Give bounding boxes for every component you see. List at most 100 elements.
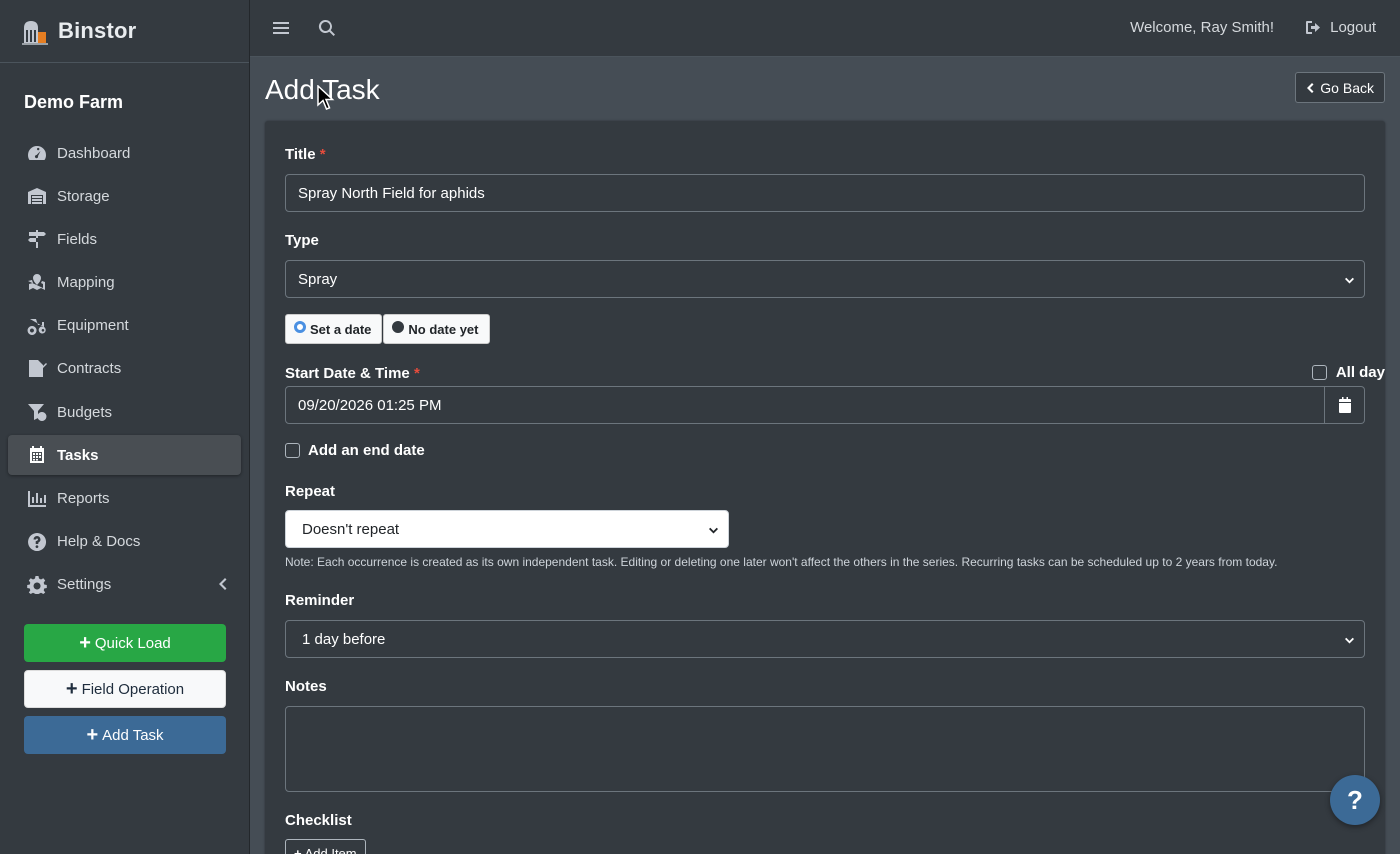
type-select-value: Spray [298, 270, 338, 288]
search-icon[interactable] [317, 18, 337, 38]
chart-bar-icon [26, 489, 48, 509]
map-marker-icon [26, 273, 48, 293]
silo-logo-icon [20, 16, 50, 46]
help-fab-button[interactable]: ? [1330, 775, 1380, 825]
start-date-group: 09/20/2026 01:25 PM [285, 386, 1365, 424]
sidebar-item-label: Help & Docs [57, 533, 141, 551]
sidebar-item-storage[interactable]: Storage [8, 176, 241, 216]
sidebar-item-settings[interactable]: Settings [8, 565, 241, 605]
sidebar-item-label: Equipment [57, 317, 129, 335]
set-a-date-radio[interactable]: Set a date [285, 314, 383, 344]
sidebar: Binstor Demo Farm Dashboard Storage Fiel… [0, 0, 250, 854]
gear-icon [26, 575, 48, 595]
repeat-label: Repeat [285, 483, 336, 500]
sidebar-item-contracts[interactable]: Contracts [8, 349, 241, 389]
hamburger-menu-icon[interactable] [271, 18, 291, 38]
sidebar-item-label: Settings [57, 576, 112, 594]
top-navbar: Welcome, Ray Smith! Logout [250, 0, 1400, 57]
no-date-yet-radio[interactable]: No date yet [383, 314, 490, 344]
field-operation-label: Field Operation [81, 680, 185, 698]
sidebar-item-label: Fields [57, 230, 98, 248]
checklist-label: Checklist [285, 812, 352, 829]
sidebar-item-label: Dashboard [57, 144, 131, 162]
logout-link[interactable]: Logout [1306, 19, 1376, 36]
welcome-text: Welcome, Ray Smith! [1130, 19, 1274, 36]
repeat-select-value: Doesn't repeat [302, 520, 400, 538]
date-mode-radio-group: Set a date No date yet [285, 314, 491, 344]
required-asterisk: * [319, 146, 326, 163]
signpost-icon [26, 229, 48, 249]
quick-load-label: Quick Load [94, 634, 171, 652]
start-date-label-text: Start Date & Time [285, 365, 410, 382]
go-back-button[interactable]: Go Back [1295, 72, 1385, 103]
brand-name: Binstor [58, 18, 137, 43]
notes-textarea[interactable] [285, 706, 1365, 792]
sidebar-item-label: Mapping [57, 274, 115, 292]
end-date-checkbox[interactable] [285, 443, 300, 458]
brand[interactable]: Binstor [0, 0, 249, 63]
sidebar-item-help-docs[interactable]: Help & Docs [8, 522, 241, 562]
all-day-label: All day [1335, 364, 1385, 381]
dashboard-icon [26, 143, 48, 163]
sidebar-item-tasks[interactable]: Tasks [8, 435, 241, 476]
end-date-label: Add an end date [308, 442, 425, 459]
add-item-label: Add Item [304, 846, 357, 854]
plus-icon: + [294, 846, 302, 854]
field-operation-button[interactable]: + Field Operation [24, 670, 226, 708]
quick-load-button[interactable]: + Quick Load [24, 624, 226, 662]
chevron-left-icon [1307, 82, 1314, 93]
sidebar-item-label: Reports [57, 490, 110, 507]
sidebar-item-fields[interactable]: Fields [8, 219, 241, 259]
calendar-picker-button[interactable] [1325, 386, 1365, 424]
start-date-label: Start Date & Time * [285, 365, 420, 382]
sidebar-item-label: Storage [57, 187, 110, 205]
farm-name: Demo Farm [24, 92, 124, 112]
sidebar-item-mapping[interactable]: Mapping [8, 263, 241, 303]
chevron-left-icon [217, 577, 227, 591]
sidebar-nav: Dashboard Storage Fields Mapping Equipme… [0, 133, 249, 605]
sidebar-item-label: Contracts [57, 360, 122, 378]
end-date-toggle[interactable]: Add an end date [285, 442, 425, 459]
plus-icon: + [86, 724, 99, 746]
repeat-note: Note: Each occurrence is created as its … [285, 555, 1278, 569]
type-label: Type [285, 232, 319, 249]
mouse-cursor-icon [317, 85, 335, 110]
repeat-select[interactable]: Doesn't repeat [285, 510, 729, 548]
sidebar-item-dashboard[interactable]: Dashboard [8, 133, 241, 173]
sidebar-item-label: Tasks [57, 446, 99, 464]
calendar-icon [1338, 397, 1351, 413]
add-task-label: Add Task [102, 726, 164, 744]
calendar-icon [26, 445, 48, 465]
sidebar-item-label: Budgets [57, 403, 113, 421]
reminder-select[interactable]: 1 day before [285, 620, 1365, 658]
no-date-yet-label: No date yet [408, 321, 479, 337]
question-circle-icon [26, 532, 48, 552]
all-day-toggle[interactable]: All day [1311, 364, 1385, 381]
sign-out-icon [1306, 21, 1321, 34]
chevron-down-icon [708, 524, 719, 535]
reminder-label: Reminder [285, 592, 355, 609]
type-select[interactable]: Spray [285, 260, 1365, 298]
start-date-input[interactable]: 09/20/2026 01:25 PM [285, 386, 1325, 424]
title-label: Title * [285, 146, 326, 163]
radio-unchecked-icon [392, 321, 405, 333]
warehouse-icon [26, 186, 48, 206]
main-content: Add Task Go Back Title * Spray North Fie… [250, 57, 1400, 854]
title-label-text: Title [285, 146, 316, 163]
plus-icon: + [65, 678, 78, 700]
notes-label: Notes [285, 678, 327, 695]
chevron-down-icon [1344, 634, 1355, 645]
sidebar-item-reports[interactable]: Reports [8, 479, 241, 519]
task-form-card: Title * Spray North Field for aphids Typ… [265, 121, 1385, 854]
sidebar-item-equipment[interactable]: Equipment [8, 306, 241, 346]
title-input[interactable]: Spray North Field for aphids [285, 174, 1365, 212]
plus-icon: + [79, 632, 91, 654]
funnel-dollar-icon [26, 402, 48, 422]
all-day-checkbox[interactable] [1311, 365, 1327, 380]
sidebar-item-budgets[interactable]: Budgets [8, 392, 241, 432]
file-contract-icon [26, 359, 48, 379]
chevron-down-icon [1344, 274, 1355, 285]
add-item-button[interactable]: + Add Item [285, 839, 366, 854]
add-task-button[interactable]: + Add Task [24, 716, 226, 754]
set-a-date-label: Set a date [310, 321, 372, 337]
